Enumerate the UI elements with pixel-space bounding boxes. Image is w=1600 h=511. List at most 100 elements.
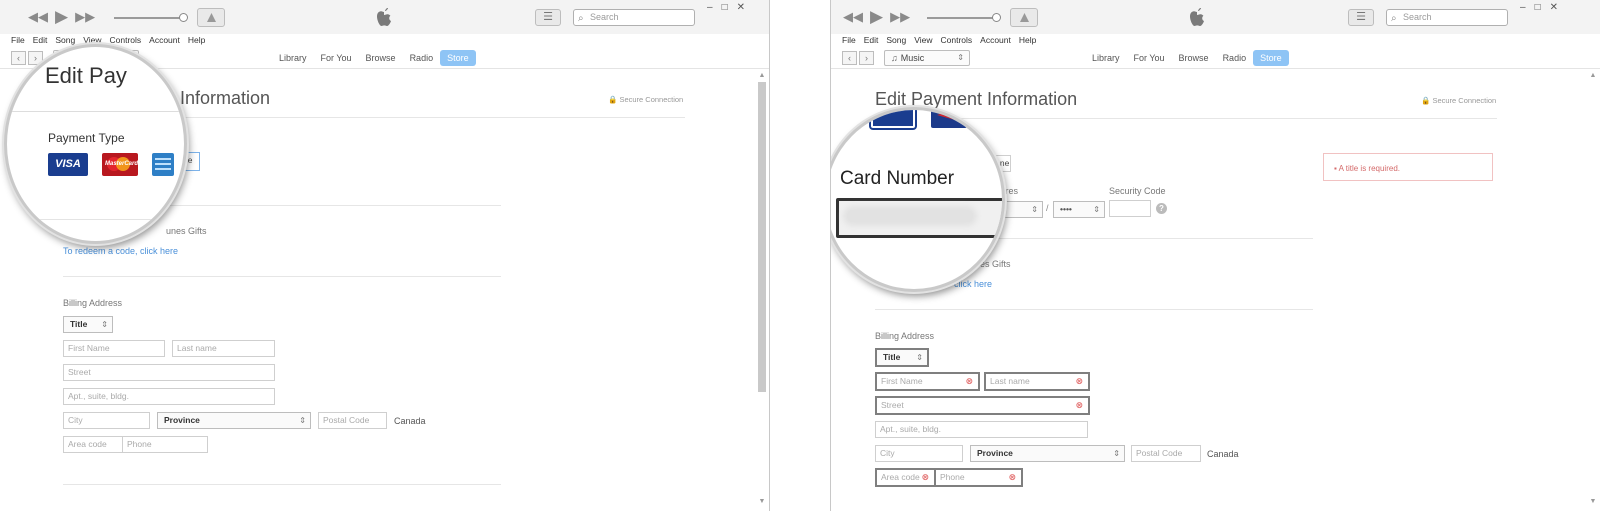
menu-song[interactable]: Song bbox=[886, 34, 906, 48]
back-button[interactable]: ‹ bbox=[842, 51, 857, 65]
search-placeholder: Search bbox=[1403, 12, 1432, 22]
visa-card-fragment bbox=[871, 110, 915, 128]
search-input[interactable]: ⌕ Search bbox=[573, 9, 695, 26]
rewind-icon[interactable]: ◀◀ bbox=[843, 10, 863, 23]
divider bbox=[875, 118, 1497, 119]
menu-edit[interactable]: Edit bbox=[864, 34, 879, 48]
menu-controls[interactable]: Controls bbox=[941, 34, 973, 48]
security-code-field[interactable] bbox=[1109, 200, 1151, 217]
scroll-down-icon[interactable]: ▼ bbox=[757, 498, 767, 505]
zoomed-heading: Edit Pay bbox=[45, 63, 127, 88]
menu-help[interactable]: Help bbox=[1019, 34, 1036, 48]
maximize-button[interactable]: □ bbox=[722, 2, 728, 13]
street-field[interactable]: Street ⊗ bbox=[875, 396, 1090, 415]
phone-field[interactable]: Phone bbox=[122, 436, 208, 453]
last-name-field[interactable]: Last name bbox=[172, 340, 275, 357]
tab-library[interactable]: Library bbox=[1085, 50, 1127, 66]
area-code-field[interactable]: Area code ⊗ bbox=[875, 468, 936, 487]
volume-slider[interactable] bbox=[927, 13, 1001, 22]
airplay-button[interactable] bbox=[1010, 8, 1038, 27]
menu-account[interactable]: Account bbox=[149, 34, 180, 48]
area-code-field[interactable]: Area code bbox=[63, 436, 123, 453]
close-button[interactable]: ✕ bbox=[737, 2, 745, 13]
phone-field[interactable]: Phone ⊗ bbox=[934, 468, 1023, 487]
scroll-up-icon[interactable]: ▲ bbox=[1588, 72, 1598, 79]
postal-code-field[interactable]: Postal Code bbox=[318, 412, 387, 429]
tab-radio[interactable]: Radio bbox=[403, 50, 441, 66]
close-button[interactable]: ✕ bbox=[1550, 2, 1558, 13]
menu-edit[interactable]: Edit bbox=[33, 34, 48, 48]
up-next-button[interactable]: ☰ bbox=[535, 9, 561, 26]
error-x-icon: ⊗ bbox=[1008, 472, 1016, 482]
media-type-select[interactable]: ♫Music ⇕ bbox=[884, 50, 970, 66]
back-button[interactable]: ‹ bbox=[11, 51, 26, 65]
apt-field[interactable]: Apt., suite, bldg. bbox=[63, 388, 275, 405]
title-select-value: Title bbox=[883, 352, 901, 362]
street-field[interactable]: Street bbox=[63, 364, 275, 381]
menu-bar: File Edit Song View Controls Account Hel… bbox=[831, 34, 1600, 48]
title-select[interactable]: Title ⇕ bbox=[875, 348, 929, 367]
redeem-link[interactable]: To redeem a code, click here bbox=[63, 246, 178, 256]
menu-view[interactable]: View bbox=[914, 34, 932, 48]
tab-library[interactable]: Library bbox=[272, 50, 314, 66]
tab-store[interactable]: Store bbox=[1253, 50, 1289, 66]
tab-for-you[interactable]: For You bbox=[1127, 50, 1172, 66]
vertical-scrollbar[interactable]: ▲ ▼ bbox=[1588, 72, 1598, 505]
first-name-field[interactable]: First Name bbox=[63, 340, 165, 357]
zoomed-divider bbox=[7, 111, 184, 112]
title-select[interactable]: Title ⇕ bbox=[63, 316, 113, 333]
menu-file[interactable]: File bbox=[842, 34, 856, 48]
help-icon[interactable]: ? bbox=[1156, 203, 1167, 214]
apple-logo-icon bbox=[1190, 8, 1204, 26]
secure-connection: 🔒 Secure Connection bbox=[608, 95, 684, 104]
redeem-link[interactable]: click here bbox=[954, 279, 992, 289]
airplay-button[interactable] bbox=[197, 8, 225, 27]
card-number-field[interactable] bbox=[836, 198, 1002, 238]
scroll-thumb[interactable] bbox=[758, 82, 766, 392]
menu-account[interactable]: Account bbox=[980, 34, 1011, 48]
volume-knob[interactable] bbox=[179, 13, 188, 22]
up-next-button[interactable]: ☰ bbox=[1348, 9, 1374, 26]
expiry-year-select[interactable]: •••• ⇕ bbox=[1053, 201, 1105, 218]
first-name-placeholder: First Name bbox=[68, 343, 110, 353]
minimize-button[interactable]: – bbox=[1520, 2, 1526, 13]
nav-tabs: Library For You Browse Radio Store bbox=[272, 50, 476, 66]
tab-for-you[interactable]: For You bbox=[314, 50, 359, 66]
volume-knob[interactable] bbox=[992, 13, 1001, 22]
vertical-scrollbar[interactable]: ▲ ▼ bbox=[757, 72, 767, 505]
menu-song[interactable]: Song bbox=[55, 34, 75, 48]
first-name-field[interactable]: First Name ⊗ bbox=[875, 372, 980, 391]
menu-help[interactable]: Help bbox=[188, 34, 205, 48]
tab-radio[interactable]: Radio bbox=[1216, 50, 1254, 66]
play-icon[interactable]: ▶ bbox=[870, 8, 883, 25]
tab-browse[interactable]: Browse bbox=[359, 50, 403, 66]
menu-file[interactable]: File bbox=[11, 34, 25, 48]
forward-button[interactable]: › bbox=[859, 51, 874, 65]
search-placeholder: Search bbox=[590, 12, 619, 22]
minimize-button[interactable]: – bbox=[707, 2, 713, 13]
tab-browse[interactable]: Browse bbox=[1172, 50, 1216, 66]
fast-forward-icon[interactable]: ▶▶ bbox=[75, 10, 95, 23]
scroll-up-icon[interactable]: ▲ bbox=[757, 72, 767, 79]
play-icon[interactable]: ▶ bbox=[55, 8, 68, 25]
province-select[interactable]: Province ⇕ bbox=[157, 412, 311, 429]
postal-placeholder: Postal Code bbox=[323, 415, 370, 425]
city-field[interactable]: City bbox=[875, 445, 963, 462]
rewind-icon[interactable]: ◀◀ bbox=[28, 10, 48, 23]
last-name-field[interactable]: Last name ⊗ bbox=[984, 372, 1090, 391]
city-field[interactable]: City bbox=[63, 412, 150, 429]
search-input[interactable]: ⌕ Search bbox=[1386, 9, 1508, 26]
visa-card-option[interactable]: VISA bbox=[48, 153, 88, 176]
fast-forward-icon[interactable]: ▶▶ bbox=[890, 10, 910, 23]
apt-field[interactable]: Apt., suite, bldg. bbox=[875, 421, 1088, 438]
itunes-window-left: ◀◀ ▶ ▶▶ ☰ ⌕ Search – □ ✕ File Edit Song … bbox=[0, 0, 770, 511]
volume-slider[interactable] bbox=[114, 13, 188, 22]
maximize-button[interactable]: □ bbox=[1535, 2, 1541, 13]
postal-code-field[interactable]: Postal Code bbox=[1131, 445, 1201, 462]
scroll-down-icon[interactable]: ▼ bbox=[1588, 498, 1598, 505]
mastercard-option[interactable]: MasterCard bbox=[102, 153, 138, 176]
apple-logo-icon bbox=[377, 8, 391, 26]
amex-card-option[interactable] bbox=[152, 153, 174, 176]
province-select[interactable]: Province ⇕ bbox=[970, 445, 1125, 462]
tab-store[interactable]: Store bbox=[440, 50, 476, 66]
